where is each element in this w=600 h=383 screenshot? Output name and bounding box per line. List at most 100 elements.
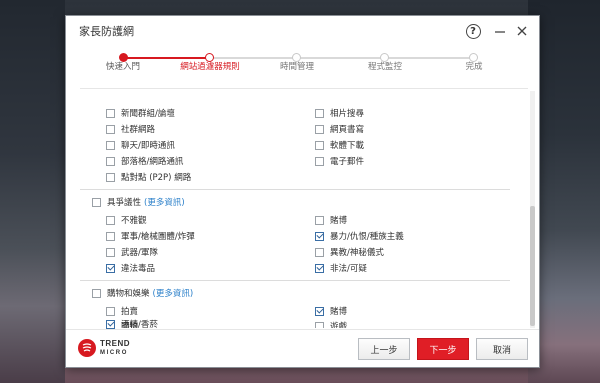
- checkbox-row[interactable]: 非法/可疑: [315, 262, 367, 274]
- checkbox-label: 社群網路: [121, 125, 156, 135]
- checkbox-label: 聊天/即時通訊: [121, 141, 175, 151]
- checkbox-row[interactable]: 賭博: [315, 305, 347, 317]
- checkbox[interactable]: [106, 306, 115, 316]
- checkbox-checked[interactable]: [315, 306, 324, 316]
- checkbox[interactable]: [106, 247, 115, 257]
- checkbox-row[interactable]: 社群網路: [106, 123, 155, 135]
- checkbox-label: 異教/神秘儀式: [330, 248, 384, 258]
- checkbox[interactable]: [315, 247, 324, 257]
- checkbox-label: 賭博: [330, 216, 348, 226]
- help-button[interactable]: ?: [463, 21, 483, 41]
- cancel-button[interactable]: 取消: [476, 338, 528, 360]
- checkbox-checked[interactable]: [106, 319, 115, 329]
- window-title: 家長防護網: [79, 25, 134, 38]
- checkbox-label: 相片搜尋: [330, 109, 365, 119]
- checkbox[interactable]: [106, 156, 115, 166]
- checkbox[interactable]: [106, 231, 115, 241]
- trend-micro-ball-icon: [78, 339, 96, 357]
- more-info-link[interactable]: (更多資訊): [153, 287, 194, 299]
- help-icon: ?: [465, 23, 481, 39]
- checkbox-label: 網頁書寫: [330, 125, 365, 135]
- checkbox-label: 暴力/仇恨/種族主義: [330, 232, 404, 242]
- step-line-remaining: [209, 57, 474, 59]
- section-divider: [80, 280, 510, 281]
- checkbox-label: 酒精/香菸: [121, 320, 158, 329]
- checkbox[interactable]: [106, 124, 115, 134]
- checkbox-row[interactable]: 部落格/網路通訊: [106, 155, 183, 167]
- checkbox-row[interactable]: 網頁書寫: [315, 123, 364, 135]
- checkbox-label: 軍事/槍械團體/炸彈: [121, 232, 195, 242]
- checkbox-checked[interactable]: [315, 231, 324, 241]
- checkbox[interactable]: [106, 172, 115, 182]
- checkbox[interactable]: [315, 124, 324, 134]
- checkbox-row[interactable]: 新聞群組/論壇: [106, 107, 175, 119]
- checkbox-row[interactable]: 酒精/香菸: [106, 319, 226, 329]
- step-label-web-filter: 網站過濾器規則: [180, 62, 240, 72]
- step-label-finish: 完成: [465, 62, 483, 72]
- dialog-footer: TREND MICRO 上一步 下一步 取消: [66, 329, 539, 367]
- more-info-link[interactable]: (更多資訊): [144, 196, 185, 208]
- checkbox-row[interactable]: 電子郵件: [315, 155, 364, 167]
- checkbox[interactable]: [106, 108, 115, 118]
- checkbox-label: 非法/可疑: [330, 264, 367, 274]
- checkbox[interactable]: [315, 215, 324, 225]
- checkbox-label: 電子郵件: [330, 157, 365, 167]
- logo-text-trend: TREND: [100, 338, 131, 348]
- category-title: 具爭議性: [107, 198, 142, 208]
- checkbox-row[interactable]: 軍事/槍械團體/炸彈: [106, 230, 195, 242]
- category-header-controversial[interactable]: 具爭議性 (更多資訊): [92, 196, 185, 208]
- checkbox[interactable]: [315, 156, 324, 166]
- logo-text-micro: MICRO: [100, 349, 128, 356]
- checkbox-row[interactable]: 異教/神秘儀式: [315, 246, 384, 258]
- section-divider: [80, 189, 510, 190]
- checkbox[interactable]: [106, 215, 115, 225]
- checkbox-label: 違法毒品: [121, 264, 156, 274]
- checkbox[interactable]: [315, 321, 324, 328]
- step-label-quick-start: 快速入門: [105, 62, 141, 72]
- step-line-done: [124, 57, 209, 59]
- checkbox-label: 遊戲: [330, 322, 348, 328]
- checkbox-checked[interactable]: [315, 263, 324, 273]
- checkbox-row[interactable]: 違法毒品: [106, 262, 155, 274]
- checkbox-label: 不雅觀: [121, 216, 147, 226]
- checkbox-row[interactable]: 軟體下載: [315, 139, 364, 151]
- trend-micro-logo: TREND MICRO: [78, 339, 130, 357]
- checkbox-row[interactable]: 不雅觀: [106, 214, 147, 226]
- checkbox-row[interactable]: 遊戲: [315, 320, 347, 328]
- checkbox-label: 武器/軍隊: [121, 248, 158, 258]
- checkbox-row[interactable]: 拍賣: [106, 305, 138, 317]
- checkbox-row[interactable]: 賭博: [315, 214, 347, 226]
- checkbox-row[interactable]: 相片搜尋: [315, 107, 364, 119]
- checkbox-row[interactable]: 武器/軍隊: [106, 246, 158, 258]
- filter-category-list: 新聞群組/論壇 社群網路 聊天/即時通訊 部落格/網路通訊 點對點 (P2P) …: [80, 88, 528, 328]
- minimize-button[interactable]: [490, 21, 510, 41]
- scrollbar-thumb[interactable]: [530, 206, 535, 326]
- category-checkbox[interactable]: [92, 197, 101, 207]
- desktop-background-left: [0, 0, 65, 383]
- checkbox-checked[interactable]: [106, 263, 115, 273]
- checkbox-label: 軟體下載: [330, 141, 365, 151]
- close-button[interactable]: [512, 21, 532, 41]
- parental-controls-dialog: 家長防護網 ? 快速入門 網站過濾器規則 時間管理 程式監控 完成 新聞群組/論…: [65, 15, 540, 368]
- checkbox[interactable]: [315, 140, 324, 150]
- category-header-shopping[interactable]: 購物和娛樂 (更多資訊): [92, 287, 193, 299]
- checkbox-label: 賭博: [330, 307, 348, 317]
- close-icon: [517, 26, 527, 36]
- checkbox-row[interactable]: 暴力/仇恨/種族主義: [315, 230, 404, 242]
- progress-stepper: 快速入門 網站過濾器規則 時間管理 程式監控 完成: [66, 51, 539, 91]
- checkbox[interactable]: [106, 140, 115, 150]
- checkbox-row[interactable]: 聊天/即時通訊: [106, 139, 175, 151]
- checkbox-label: 點對點 (P2P) 網路: [121, 173, 192, 183]
- step-label-program: 程式監控: [367, 62, 403, 72]
- minimize-icon: [495, 31, 505, 33]
- category-checkbox[interactable]: [92, 288, 101, 298]
- checkbox[interactable]: [315, 108, 324, 118]
- checkbox-label: 新聞群組/論壇: [121, 109, 175, 119]
- category-title: 購物和娛樂: [107, 289, 150, 299]
- checkbox-row[interactable]: 點對點 (P2P) 網路: [106, 171, 191, 183]
- scrollbar[interactable]: [530, 91, 535, 328]
- checkbox-label: 拍賣: [121, 307, 139, 317]
- back-button[interactable]: 上一步: [358, 338, 410, 360]
- title-bar: 家長防護網 ?: [66, 16, 539, 46]
- next-button[interactable]: 下一步: [417, 338, 469, 360]
